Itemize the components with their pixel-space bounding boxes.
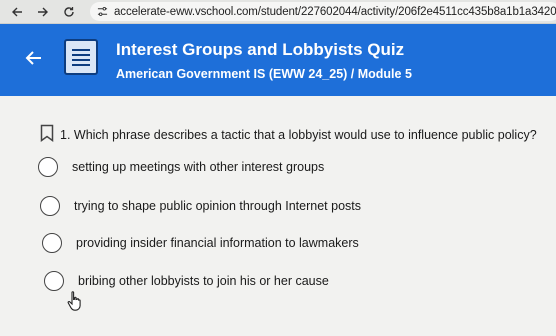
question-prompt: 1. Which phrase describes a tactic that … — [60, 128, 537, 142]
arrow-left-icon — [25, 51, 41, 65]
answer-label[interactable]: trying to shape public opinion through I… — [74, 199, 361, 213]
page-title: Interest Groups and Lobbyists Quiz — [116, 40, 405, 59]
back-button[interactable] — [6, 1, 28, 23]
radio-button[interactable] — [44, 271, 64, 291]
arrow-left-icon — [12, 7, 22, 17]
radio-button[interactable] — [38, 157, 58, 177]
answer-option[interactable]: trying to shape public opinion through I… — [40, 195, 361, 217]
reload-icon — [64, 7, 74, 17]
url-text[interactable]: accelerate-eww.vschool.com/student/22760… — [114, 6, 556, 18]
answer-option[interactable]: providing insider financial information … — [42, 232, 359, 254]
hand-cursor-icon — [67, 291, 81, 311]
radio-button[interactable] — [40, 196, 60, 216]
answer-label[interactable]: bribing other lobbyists to join his or h… — [78, 274, 329, 288]
forward-button[interactable] — [32, 1, 54, 23]
bookmark-icon[interactable] — [40, 124, 54, 142]
back-to-module-button[interactable] — [22, 46, 46, 70]
quiz-header: Interest Groups and Lobbyists Quiz Ameri… — [0, 24, 556, 96]
answer-option[interactable]: setting up meetings with other interest … — [38, 156, 324, 178]
reload-button[interactable] — [58, 1, 80, 23]
answer-option[interactable]: bribing other lobbyists to join his or h… — [44, 270, 329, 292]
address-bar[interactable]: accelerate-eww.vschool.com/student/22760… — [90, 2, 556, 21]
browser-toolbar: accelerate-eww.vschool.com/student/22760… — [0, 0, 556, 24]
answer-label[interactable]: setting up meetings with other interest … — [72, 160, 324, 174]
radio-button[interactable] — [42, 233, 62, 253]
breadcrumb[interactable]: American Government IS (EWW 24_25) / Mod… — [116, 67, 412, 81]
site-settings-icon[interactable] — [96, 5, 109, 19]
document-icon — [64, 39, 98, 75]
answer-label[interactable]: providing insider financial information … — [76, 236, 359, 250]
arrow-right-icon — [38, 7, 48, 17]
